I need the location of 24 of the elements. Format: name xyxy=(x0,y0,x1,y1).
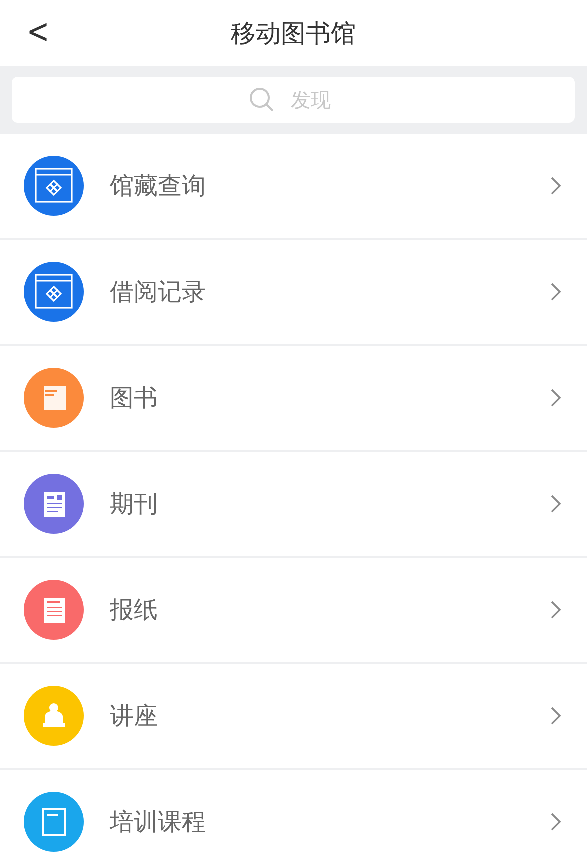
page-title: 移动图书馆 xyxy=(231,18,356,50)
search-field[interactable]: 发现 xyxy=(12,77,575,123)
menu-item[interactable]: 讲座 xyxy=(0,664,587,770)
menu-label: 借阅记录 xyxy=(110,277,207,308)
menu-item[interactable]: 报纸 xyxy=(0,558,587,664)
menu-label: 培训课程 xyxy=(110,807,207,838)
menu-item[interactable]: 馆藏查询 xyxy=(0,134,587,240)
back-button[interactable]: < xyxy=(22,10,54,54)
menu-item[interactable]: 期刊 xyxy=(0,452,587,558)
menu-label: 讲座 xyxy=(110,701,159,732)
menu-label: 期刊 xyxy=(110,489,159,520)
menu-item[interactable]: 培训课程 xyxy=(0,770,587,864)
chevron-right-icon xyxy=(551,283,561,301)
chevron-right-icon xyxy=(551,813,561,831)
menu-item[interactable]: 借阅记录 xyxy=(0,240,587,346)
menu-label: 图书 xyxy=(110,383,159,414)
chevron-right-icon xyxy=(551,601,561,619)
menu-item[interactable]: 图书 xyxy=(0,346,587,452)
menu-label: 报纸 xyxy=(110,595,159,626)
menu-label: 馆藏查询 xyxy=(110,171,207,202)
chevron-right-icon xyxy=(551,389,561,407)
chevron-right-icon xyxy=(551,707,561,725)
chevron-right-icon xyxy=(551,177,561,195)
chevron-right-icon xyxy=(551,495,561,513)
